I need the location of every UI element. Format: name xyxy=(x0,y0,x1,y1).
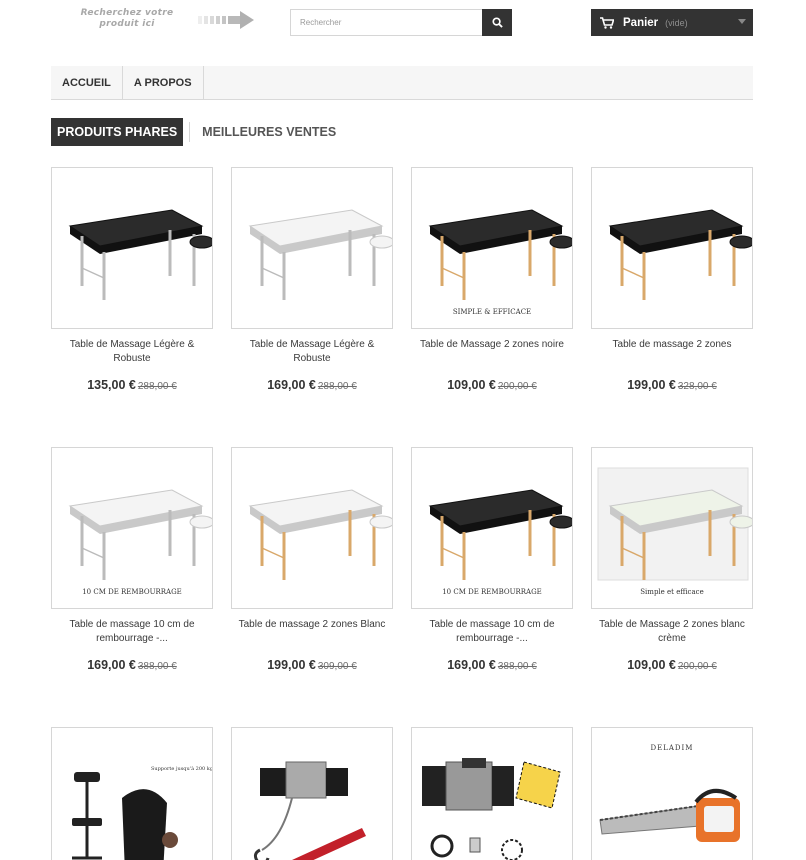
chainsaw-icon: DELADIM xyxy=(599,744,740,842)
product-card: Table de massage 2 zones Blanc 199,00 €30… xyxy=(231,447,393,674)
massage-table-cream-icon: Simple et efficace xyxy=(597,467,752,596)
product-image[interactable] xyxy=(231,447,393,609)
product-prices: 169,00 €388,00 € xyxy=(51,656,213,674)
massage-table-black-wood-icon: SIMPLE & EFFICACE xyxy=(428,209,572,316)
main-menu: ACCUEIL A PROPOS xyxy=(51,66,753,100)
product-image[interactable] xyxy=(51,167,213,329)
product-old-price: 200,00 € xyxy=(677,661,717,672)
tab-divider xyxy=(189,122,191,142)
product-price: 169,00 € xyxy=(87,658,136,672)
massage-table-white-wood-icon xyxy=(248,489,392,580)
svg-text:10 CM DE REMBOURRAGE: 10 CM DE REMBOURRAGE xyxy=(82,588,182,596)
product-card: SIMPLE & EFFICACE Table de Massage 2 zone… xyxy=(411,167,573,394)
product-image[interactable] xyxy=(591,167,753,329)
product-image[interactable]: SIMPLE & EFFICACE xyxy=(411,167,573,329)
product-name[interactable]: Table de massage 10 cm de rembourrage -.… xyxy=(411,618,573,646)
svg-text:Supporte jusqu'à 200 kg: Supporte jusqu'à 200 kg xyxy=(151,765,212,772)
product-name[interactable]: Table de Massage 2 zones noire xyxy=(411,338,573,366)
product-card: Table de Massage Légère & Robuste 135,00 … xyxy=(51,167,213,394)
product-name[interactable]: Table de Massage Légère & Robuste xyxy=(51,338,213,366)
arrow-right-icon xyxy=(198,11,254,29)
product-prices: 135,00 €288,00 € xyxy=(51,376,213,394)
massage-table-black-wood-icon: 10 CM DE REMBOURRAGE xyxy=(428,489,572,596)
menu-item-a-propos[interactable]: A PROPOS xyxy=(123,66,204,99)
product-name[interactable]: Table de massage 2 zones xyxy=(591,338,753,366)
cart-label: Panier xyxy=(623,16,659,29)
search-icon xyxy=(491,17,503,28)
product-card: Table de Massage Légère & Robuste 169,00 … xyxy=(231,167,393,394)
svg-text:10 CM DE REMBOURRAGE: 10 CM DE REMBOURRAGE xyxy=(442,588,542,596)
product-image[interactable] xyxy=(231,167,393,329)
product-name[interactable]: Table de massage 10 cm de rembourrage -.… xyxy=(51,618,213,646)
product-name[interactable]: Table de massage 2 zones Blanc xyxy=(231,618,393,646)
search-button[interactable] xyxy=(482,9,512,36)
product-name[interactable]: Table de Massage 2 zones blanc crème xyxy=(591,618,753,646)
product-prices: 169,00 €388,00 € xyxy=(411,656,573,674)
product-image[interactable]: TRACTION 1360 KG xyxy=(231,727,393,860)
product-old-price: 288,00 € xyxy=(137,381,177,392)
product-price: 135,00 € xyxy=(87,378,136,392)
product-image[interactable]: DELADIM xyxy=(591,727,753,860)
product-prices: 169,00 €288,00 € xyxy=(231,376,393,394)
product-price: 169,00 € xyxy=(267,378,316,392)
product-image[interactable]: Simple et efficace xyxy=(591,447,753,609)
product-name[interactable]: Table de Massage Légère & Robuste xyxy=(231,338,393,366)
product-price: 109,00 € xyxy=(447,378,496,392)
product-old-price: 309,00 € xyxy=(317,661,357,672)
product-old-price: 288,00 € xyxy=(317,381,357,392)
massage-table-white-icon: 10 CM DE REMBOURRAGE xyxy=(68,489,212,596)
product-old-price: 388,00 € xyxy=(137,661,177,672)
product-price: 199,00 € xyxy=(627,378,676,392)
winch-icon: TRACTION 1360 KG xyxy=(253,761,366,860)
menu-item-accueil[interactable]: ACCUEIL xyxy=(51,66,123,99)
product-card: 10 CM DE REMBOURRAGE Table de massage 10 … xyxy=(51,447,213,674)
cart-button[interactable]: Panier (vide) xyxy=(591,9,753,36)
product-image[interactable]: Supporte jusqu'à 200 kg xyxy=(51,727,213,860)
product-image[interactable]: 10 CM DE REMBOURRAGE xyxy=(51,447,213,609)
product-card: Simple et efficace Table de Massage 2 zon… xyxy=(591,447,753,674)
product-price: 199,00 € xyxy=(267,658,316,672)
product-card: Supporte jusqu'à 200 kg xyxy=(51,727,213,860)
svg-text:SIMPLE & EFFICACE: SIMPLE & EFFICACE xyxy=(453,308,531,316)
product-prices: 109,00 €200,00 € xyxy=(411,376,573,394)
chevron-down-icon xyxy=(738,19,746,24)
massage-table-black-wood-icon xyxy=(608,209,752,300)
tab-meilleures-ventes[interactable]: MEILLEURES VENTES xyxy=(196,118,342,146)
product-price: 169,00 € xyxy=(447,658,496,672)
cart-icon xyxy=(600,16,614,29)
product-image[interactable]: 10 CM DE REMBOURRAGE xyxy=(411,447,573,609)
product-prices: 109,00 €200,00 € xyxy=(591,656,753,674)
svg-text:DELADIM: DELADIM xyxy=(651,744,694,752)
winch-kit-icon: 6 TONNES xyxy=(422,758,561,860)
product-tabs: PRODUITS PHARES MEILLEURES VENTES xyxy=(51,118,342,146)
product-old-price: 388,00 € xyxy=(497,661,537,672)
massage-table-white-icon xyxy=(248,209,392,300)
cart-status: (vide) xyxy=(665,17,688,28)
massage-table-black-icon xyxy=(68,209,212,300)
search-form xyxy=(290,9,512,36)
product-card: Table de massage 2 zones 199,00 €328,00 € xyxy=(591,167,753,394)
search-input[interactable] xyxy=(290,9,482,36)
product-prices: 199,00 €309,00 € xyxy=(231,656,393,674)
product-card: 6 TONNES xyxy=(411,727,573,860)
product-prices: 199,00 €328,00 € xyxy=(591,376,753,394)
product-card: 10 CM DE REMBOURRAGE Table de massage 10 … xyxy=(411,447,573,674)
product-old-price: 200,00 € xyxy=(497,381,537,392)
product-image[interactable]: 6 TONNES xyxy=(411,727,573,860)
tab-produits-phares[interactable]: PRODUITS PHARES xyxy=(51,118,184,146)
search-hint: Recherchez votre produit ici xyxy=(80,8,174,29)
product-old-price: 328,00 € xyxy=(677,381,717,392)
svg-text:Simple et efficace: Simple et efficace xyxy=(640,588,703,596)
product-card: TRACTION 1360 KG xyxy=(231,727,393,860)
massage-chair-icon: Supporte jusqu'à 200 kg xyxy=(72,765,212,860)
product-price: 109,00 € xyxy=(627,658,676,672)
product-card: DELADIM xyxy=(591,727,753,860)
